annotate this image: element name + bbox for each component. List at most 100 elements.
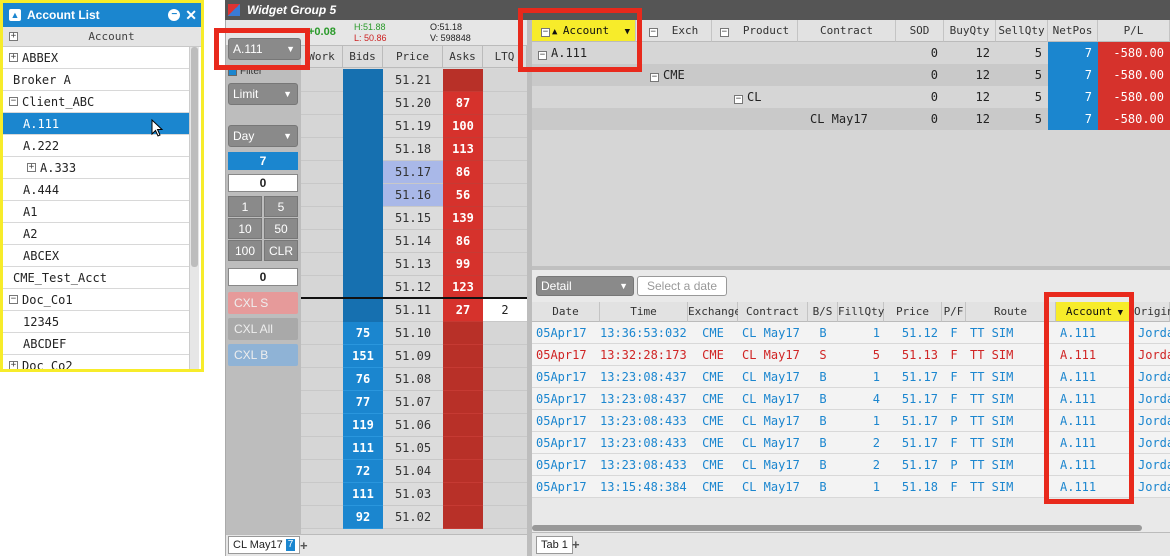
price-cell[interactable]: 51.20 <box>383 92 443 115</box>
account-row[interactable]: A1 <box>3 201 189 223</box>
positions-header[interactable]: SOD <box>896 20 944 42</box>
bid-cell[interactable] <box>343 161 383 184</box>
work-cell[interactable] <box>301 345 343 368</box>
price-cell[interactable]: 51.16 <box>383 184 443 207</box>
price-cell[interactable]: 51.02 <box>383 506 443 529</box>
export-icon[interactable]: ▲ <box>9 9 21 21</box>
account-row[interactable]: A.444 <box>3 179 189 201</box>
ask-cell[interactable]: 123 <box>443 276 483 299</box>
price-cell[interactable]: 51.11 <box>383 299 443 322</box>
bid-cell[interactable]: 75 <box>343 322 383 345</box>
collapse-icon[interactable]: − <box>719 28 729 37</box>
fills-header[interactable]: Date <box>532 302 600 322</box>
ask-cell[interactable]: 27 <box>443 299 483 322</box>
price-cell[interactable]: 51.15 <box>383 207 443 230</box>
account-row[interactable]: + ABBEX <box>3 47 189 69</box>
bid-cell[interactable] <box>343 115 383 138</box>
price-cell[interactable]: 51.09 <box>383 345 443 368</box>
account-row[interactable]: CME_Test_Acct <box>3 267 189 289</box>
price-cell[interactable]: 51.04 <box>383 460 443 483</box>
work-cell[interactable] <box>301 184 343 207</box>
bid-cell[interactable] <box>343 299 383 322</box>
account-row[interactable]: ABCDEF <box>3 333 189 355</box>
positions-row[interactable]: − CL 0 12 5 7 -580.00 <box>532 86 1170 108</box>
quick-qty-button[interactable]: 5 <box>264 196 298 217</box>
expand-icon[interactable]: + <box>9 361 18 369</box>
ask-cell[interactable] <box>443 506 483 529</box>
price-cell[interactable]: 51.19 <box>383 115 443 138</box>
ask-cell[interactable] <box>443 460 483 483</box>
bid-cell[interactable] <box>343 230 383 253</box>
bid-cell[interactable]: 92 <box>343 506 383 529</box>
bid-cell[interactable]: 76 <box>343 368 383 391</box>
ask-cell[interactable]: 86 <box>443 161 483 184</box>
bid-cell[interactable] <box>343 276 383 299</box>
fills-header[interactable]: B/S <box>808 302 838 322</box>
work-cell[interactable] <box>301 368 343 391</box>
order-type-dropdown[interactable]: Limit ▼ <box>228 83 298 105</box>
view-dropdown[interactable]: Detail ▼ <box>536 276 634 296</box>
add-tab-icon[interactable]: + <box>572 537 580 552</box>
quick-qty-button[interactable]: 50 <box>264 218 298 239</box>
price-cell[interactable]: 51.03 <box>383 483 443 506</box>
order-qty-field[interactable]: 7 <box>228 152 298 170</box>
bid-cell[interactable] <box>343 138 383 161</box>
positions-header[interactable]: NetPos <box>1048 20 1098 42</box>
work-cell[interactable] <box>301 92 343 115</box>
ask-cell[interactable] <box>443 345 483 368</box>
fills-header[interactable]: Time <box>600 302 688 322</box>
work-cell[interactable] <box>301 483 343 506</box>
ask-cell[interactable] <box>443 391 483 414</box>
bid-cell[interactable] <box>343 207 383 230</box>
disclosed-qty-field[interactable]: 0 <box>228 174 298 192</box>
ask-cell[interactable] <box>443 322 483 345</box>
scrollbar-thumb[interactable] <box>191 47 198 267</box>
bid-cell[interactable] <box>343 69 383 92</box>
ladder-header[interactable]: Bids <box>343 46 383 68</box>
account-list-scrollbar[interactable] <box>189 47 199 369</box>
account-row[interactable]: − Client_ABC <box>3 91 189 113</box>
bid-cell[interactable]: 111 <box>343 483 383 506</box>
work-cell[interactable] <box>301 230 343 253</box>
account-row[interactable]: + A.333 <box>3 157 189 179</box>
positions-row[interactable]: CL May17 0 12 5 7 -580.00 <box>532 108 1170 130</box>
ladder-header[interactable]: Asks <box>443 46 483 68</box>
account-list-titlebar[interactable]: ▲ Account List − ✕ <box>3 3 201 27</box>
minimize-icon[interactable]: − <box>168 9 181 21</box>
work-cell[interactable] <box>301 437 343 460</box>
date-picker-input[interactable]: Select a date <box>637 276 727 296</box>
expand-icon[interactable]: + <box>9 53 18 62</box>
positions-header[interactable]: Contract <box>798 20 896 42</box>
fills-header[interactable]: Price <box>884 302 942 322</box>
price-cell[interactable]: 51.21 <box>383 69 443 92</box>
ask-cell[interactable] <box>443 414 483 437</box>
work-cell[interactable] <box>301 322 343 345</box>
ask-cell[interactable] <box>443 483 483 506</box>
ask-cell[interactable]: 87 <box>443 92 483 115</box>
tab-cl-may17[interactable]: CL May17 7 <box>228 536 301 554</box>
fills-header[interactable]: Route <box>966 302 1056 322</box>
fills-header[interactable]: FillQty <box>838 302 884 322</box>
work-cell[interactable] <box>301 506 343 529</box>
work-cell[interactable] <box>301 207 343 230</box>
expand-icon[interactable]: + <box>27 163 36 172</box>
bid-cell[interactable] <box>343 253 383 276</box>
ask-cell[interactable]: 99 <box>443 253 483 276</box>
price-cell[interactable]: 51.05 <box>383 437 443 460</box>
work-cell[interactable] <box>301 138 343 161</box>
work-cell[interactable] <box>301 115 343 138</box>
work-cell[interactable] <box>301 391 343 414</box>
work-cell[interactable] <box>301 414 343 437</box>
cancel-all-button[interactable]: CXL All <box>228 318 298 340</box>
bid-cell[interactable]: 72 <box>343 460 383 483</box>
quick-qty-button[interactable]: 1 <box>228 196 262 217</box>
widget-group-title[interactable]: Widget Group 5 <box>225 0 1170 20</box>
account-column-header[interactable]: + Account <box>3 27 201 47</box>
qty-field-2[interactable]: 0 <box>228 268 298 286</box>
ladder-header[interactable]: Price <box>383 46 443 68</box>
work-cell[interactable] <box>301 69 343 92</box>
ask-cell[interactable]: 100 <box>443 115 483 138</box>
ask-cell[interactable]: 113 <box>443 138 483 161</box>
price-cell[interactable]: 51.06 <box>383 414 443 437</box>
price-cell[interactable]: 51.14 <box>383 230 443 253</box>
